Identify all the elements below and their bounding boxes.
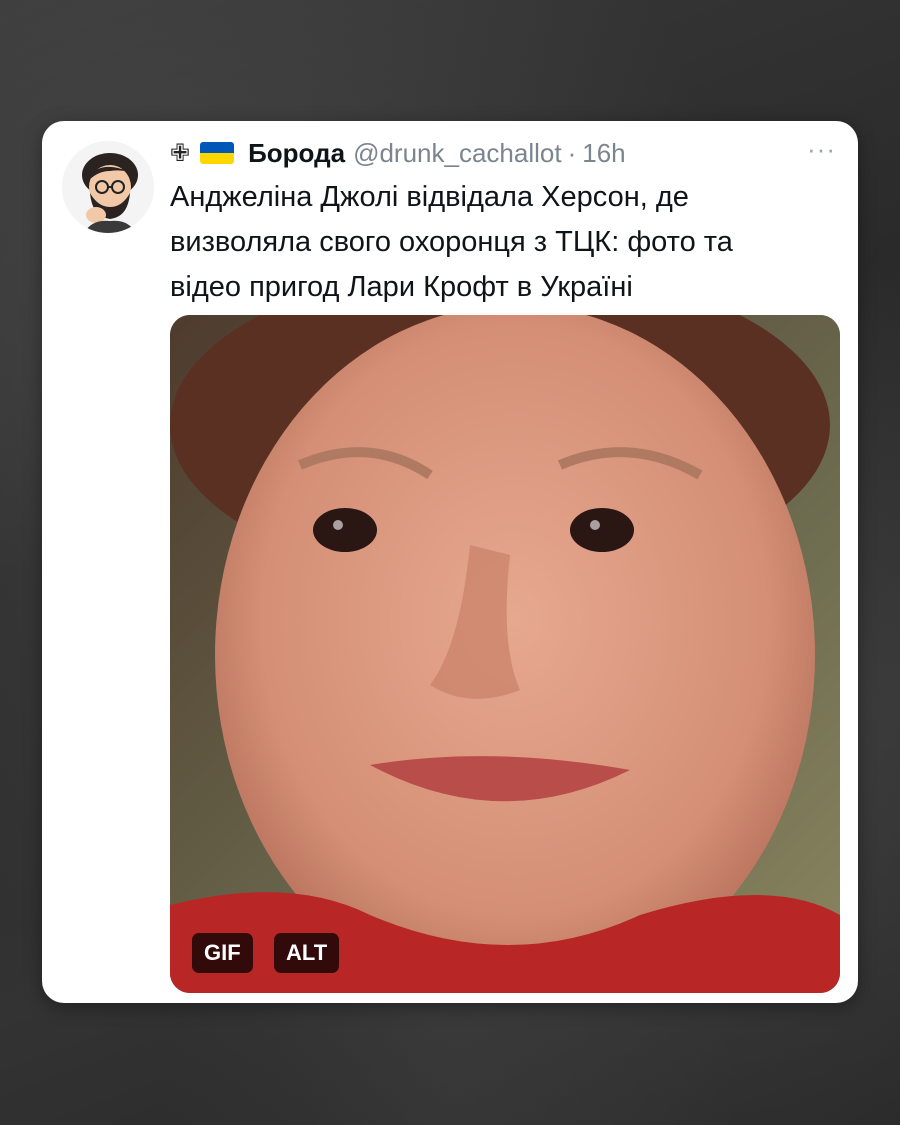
display-name[interactable]: Борода: [248, 138, 345, 169]
memoji-avatar-icon: [62, 141, 154, 233]
ukraine-flag-icon: [200, 142, 235, 164]
more-horizontal-icon[interactable]: ···: [807, 136, 836, 162]
tweet-card[interactable]: ✙ Борода @drunk_cachallot · 16h ··· Андж…: [42, 121, 858, 1003]
tweet-header: ✙ Борода @drunk_cachallot · 16h: [170, 135, 626, 171]
tweet-text: Анджеліна Джолі відвідала Херсон, де виз…: [170, 181, 733, 303]
separator-dot: ·: [567, 137, 577, 168]
tweet-media-gif[interactable]: [170, 315, 840, 993]
tweet-timestamp[interactable]: 16h: [582, 138, 625, 169]
alt-text-button[interactable]: ALT: [274, 933, 340, 973]
gif-badge: GIF: [192, 933, 253, 973]
user-handle[interactable]: @drunk_cachallot: [353, 138, 562, 169]
child-face-image: [170, 315, 840, 993]
avatar[interactable]: [62, 141, 154, 233]
cross-icon: ✙: [170, 139, 191, 167]
